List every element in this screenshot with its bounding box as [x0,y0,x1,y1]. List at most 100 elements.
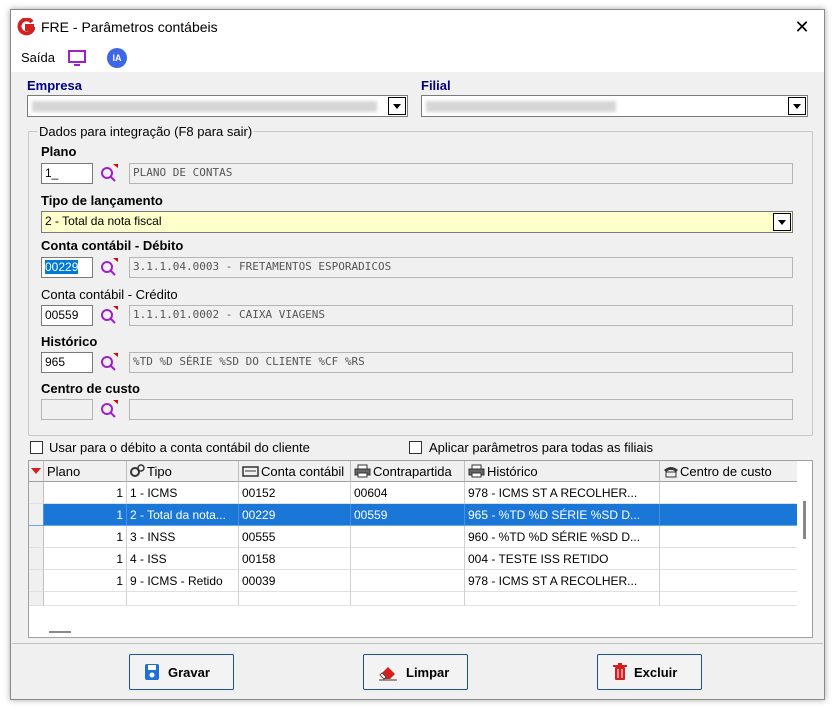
saida-menu[interactable]: Saída [21,50,55,65]
integration-group: Dados para integração (F8 para sair) Pla… [28,124,813,436]
cell-centro [660,548,799,570]
cell-centro [660,592,799,606]
title-bar: FRE - Parâmetros contábeis ✕ [11,10,824,44]
search-icon[interactable] [98,304,120,325]
eraser-icon [379,667,397,681]
col-header-tipo[interactable]: Tipo [127,461,239,482]
excluir-button[interactable]: Excluir [597,654,702,690]
table-row[interactable] [29,592,799,606]
vertical-scrollbar[interactable] [797,461,812,637]
cell-plano: 1 [44,482,127,504]
col-header-historico[interactable]: Histórico [465,461,660,482]
table-row[interactable]: 1 1 - ICMS 00152 00604 978 - ICMS ST A R… [29,482,799,504]
search-icon[interactable] [98,398,120,419]
cell-centro [660,526,799,548]
empresa-redacted-value [32,101,377,112]
debito-code-value: 00229 [45,260,79,274]
debito-description: 3.1.1.04.0003 - FRETAMENTOS ESPORADICOS [129,257,793,278]
row-indicator[interactable] [29,526,44,548]
cell-contrapartida [351,570,465,592]
limpar-button[interactable]: Limpar [363,654,468,690]
horizontal-scroll-thumb[interactable] [49,631,71,633]
ia-assistant-icon[interactable]: IA [107,48,127,68]
empresa-select[interactable] [27,95,408,117]
centro-code-input[interactable] [41,399,93,420]
row-indicator[interactable] [29,548,44,570]
cell-plano [44,592,127,606]
app-logo-icon [17,18,35,36]
row-indicator[interactable] [29,570,44,592]
row-indicator[interactable] [29,592,44,606]
filial-label: Filial [421,78,451,93]
credito-label: Conta contábil - Crédito [41,287,178,302]
chevron-glyph [778,220,786,225]
cell-centro [660,504,799,526]
col-header-centro[interactable]: Centro de custo [660,461,799,482]
search-icon[interactable] [98,256,120,277]
vertical-scroll-thumb[interactable] [803,501,806,539]
plano-code-input[interactable]: 1_ [41,163,93,184]
col-header-conta[interactable]: Conta contábil [239,461,351,482]
col-header-plano[interactable]: Plano [44,461,127,482]
row-indicator[interactable] [29,504,44,526]
cell-historico: 978 - ICMS ST A RECOLHER... [465,570,660,592]
row-indicator[interactable] [29,482,44,504]
gravar-label: Gravar [168,665,210,680]
usar-debito-checkbox[interactable] [30,441,43,454]
cell-plano: 1 [44,504,127,526]
aplicar-filiais-checkbox[interactable] [409,441,422,454]
cell-tipo [127,592,239,606]
cell-conta: 00039 [239,570,351,592]
table-row[interactable]: 1 9 - ICMS - Retido 00039 978 - ICMS ST … [29,570,799,592]
cell-contrapartida [351,548,465,570]
cell-tipo: 1 - ICMS [127,482,239,504]
table-row-selected[interactable]: 1 2 - Total da nota... 00229 00559 965 -… [29,504,799,526]
centro-description [129,399,793,420]
search-icon[interactable] [98,351,120,372]
gravar-button[interactable]: Gravar [129,654,234,690]
cell-conta: 00555 [239,526,351,548]
tipo-lancamento-select[interactable]: 2 - Total da nota fiscal [41,211,793,233]
close-button[interactable]: ✕ [790,15,814,39]
plano-description: PLANO DE CONTAS [129,163,793,184]
col-header-tipo-label: Tipo [147,464,172,479]
cell-plano: 1 [44,548,127,570]
card-icon [242,466,259,477]
button-bar: Gravar Limpar Excluir [12,643,823,699]
table-row[interactable]: 1 3 - INSS 00555 960 - %TD %D SÉRIE %SD … [29,526,799,548]
debito-code-input[interactable]: 00229 [41,257,93,278]
limpar-label: Limpar [406,665,450,680]
cell-tipo: 2 - Total da nota... [127,504,239,526]
cell-conta: 00158 [239,548,351,570]
tipo-label: Tipo de lançamento [41,193,163,208]
credito-code-input[interactable]: 00559 [41,305,93,326]
group-caption: Dados para integração (F8 para sair) [37,124,255,139]
empresa-label: Empresa [27,78,82,93]
cell-tipo: 9 - ICMS - Retido [127,570,239,592]
monitor-icon[interactable] [67,49,87,67]
cell-contrapartida: 00559 [351,504,465,526]
parameters-grid[interactable]: Plano Tipo Conta contábil Contrapartida [28,460,813,638]
filial-select[interactable] [421,95,808,117]
phone-icon [664,467,678,478]
col-header-contrapartida[interactable]: Contrapartida [351,461,465,482]
historico-code-input[interactable]: 965 [41,352,93,373]
excluir-label: Excluir [634,665,678,680]
toolbar: Saída IA [11,44,824,72]
chevron-down-icon[interactable] [773,213,791,231]
printer-icon [468,464,485,478]
cell-plano: 1 [44,570,127,592]
col-header-historico-label: Histórico [487,464,538,479]
col-header-contrapartida-label: Contrapartida [373,464,452,479]
window-title: FRE - Parâmetros contábeis [41,19,218,35]
credito-description: 1.1.1.01.0002 - CAIXA VIAGENS [129,305,793,326]
cell-historico: 960 - %TD %D SÉRIE %SD D... [465,526,660,548]
table-row[interactable]: 1 4 - ISS 00158 004 - TESTE ISS RETIDO [29,548,799,570]
dialog-window: FRE - Parâmetros contábeis ✕ Saída IA Em… [10,9,825,700]
cell-conta: 00229 [239,504,351,526]
chevron-down-icon[interactable] [388,97,406,115]
cell-centro [660,482,799,504]
search-icon[interactable] [98,162,120,183]
cell-historico: 965 - %TD %D SÉRIE %SD D... [465,504,660,526]
chevron-down-icon[interactable] [788,97,806,115]
